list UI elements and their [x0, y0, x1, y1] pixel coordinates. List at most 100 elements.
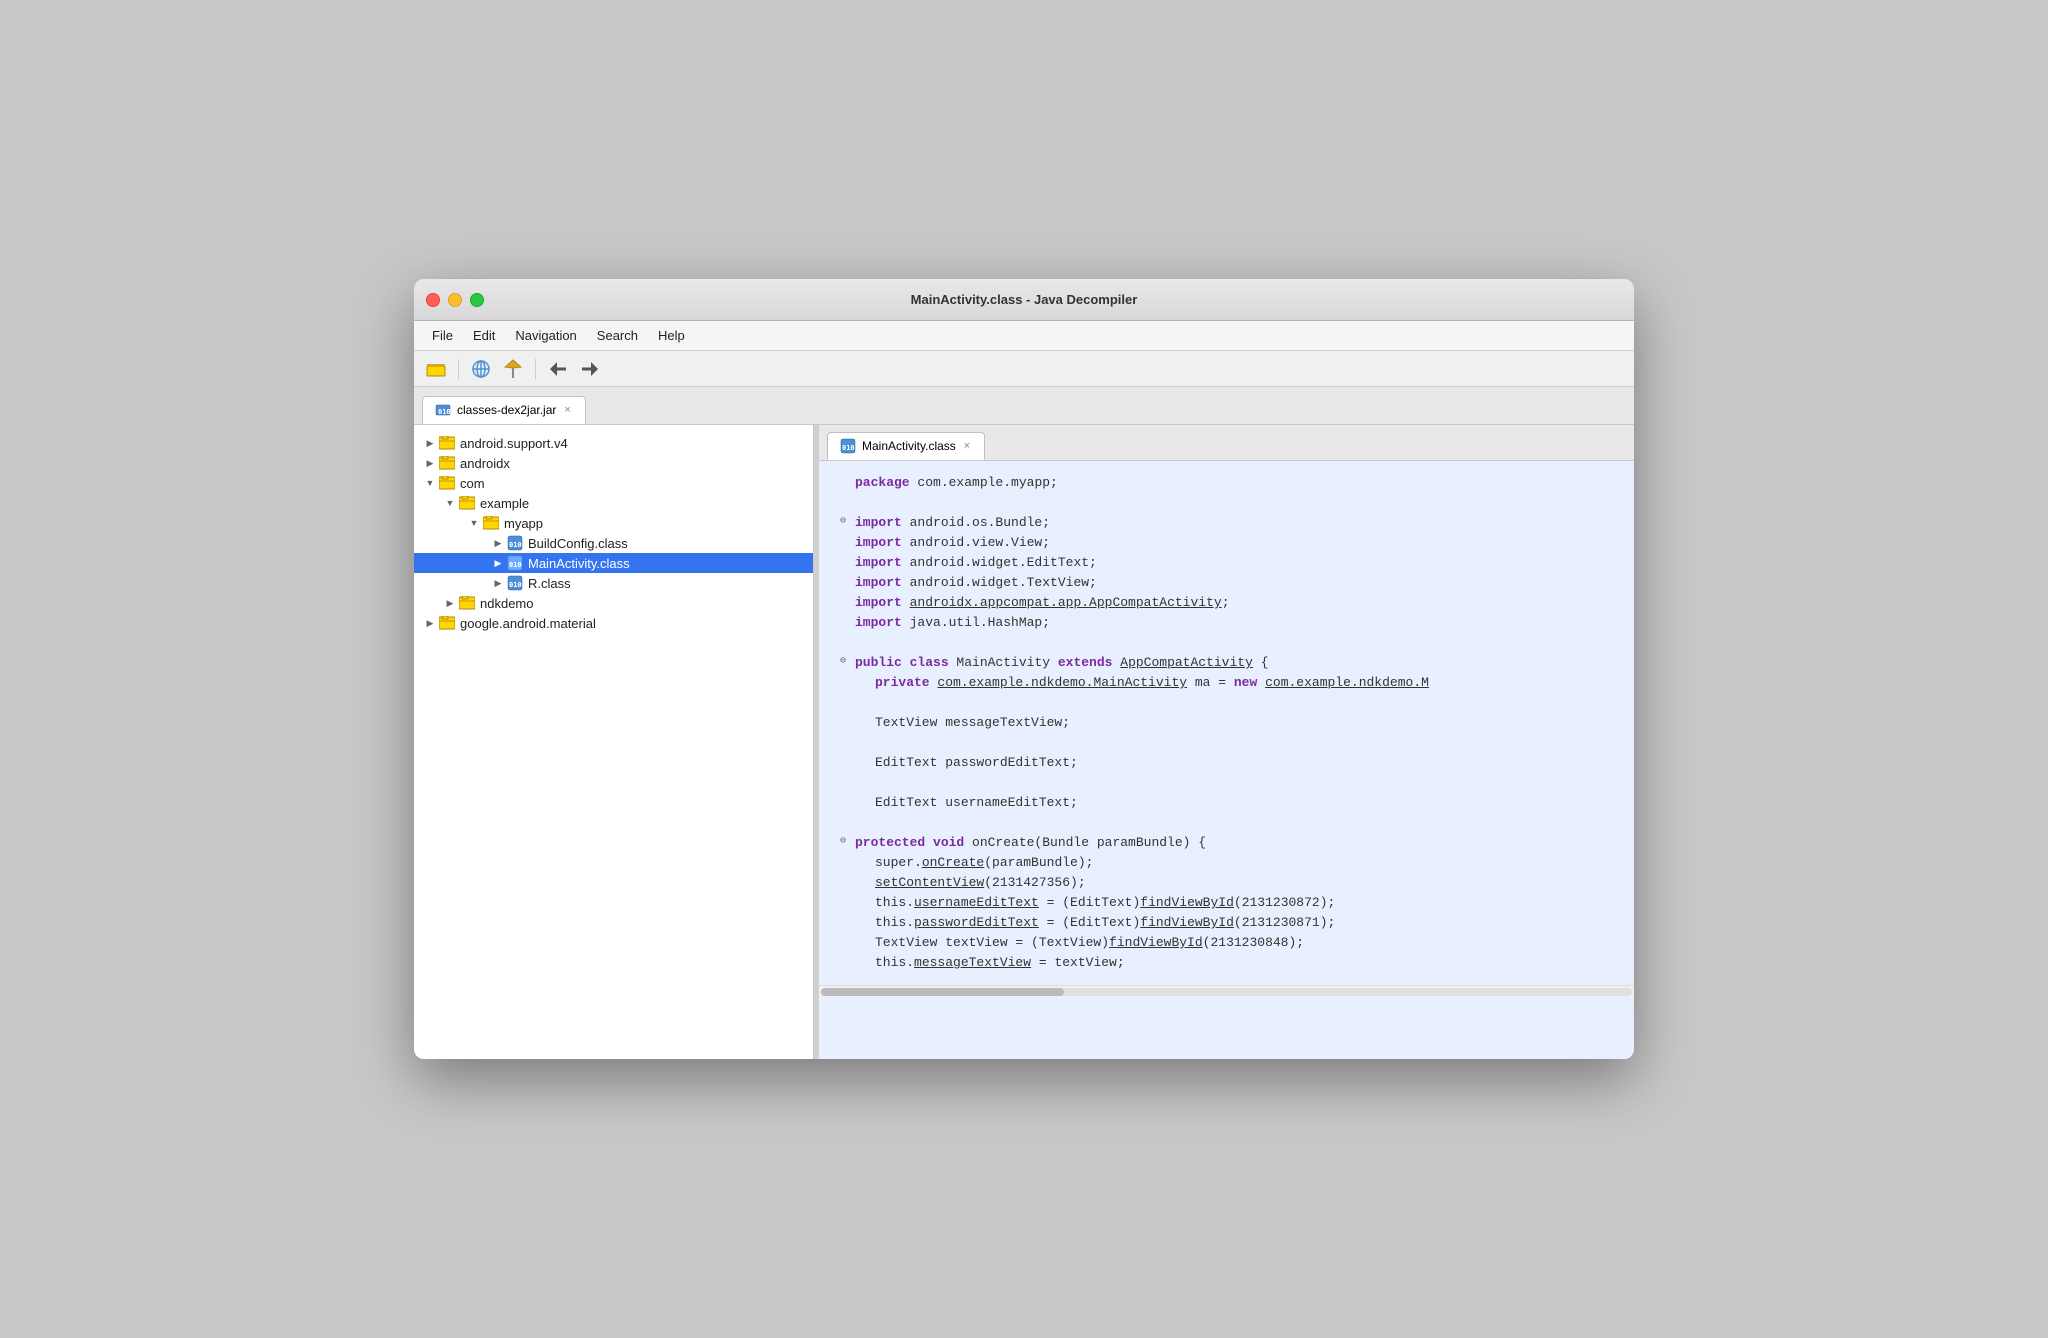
file-tree-panel[interactable]: ▶ android.support.v4 ▶ — [414, 425, 814, 1059]
close-button[interactable] — [426, 293, 440, 307]
main-tab-label: classes-dex2jar.jar — [457, 403, 556, 417]
code-line-import-5: import androidx.appcompat.app.AppCompatA… — [835, 593, 1618, 613]
package-icon — [482, 515, 500, 531]
fold-button[interactable]: ⊖ — [835, 833, 851, 849]
package-icon — [438, 615, 456, 631]
code-panel: 010 MainActivity.class × package com.exa… — [819, 425, 1634, 1059]
tree-item-ndkdemo[interactable]: ▶ ndkdemo — [414, 593, 813, 613]
expand-arrow: ▶ — [422, 435, 438, 451]
expand-arrow: ▶ — [490, 555, 506, 571]
code-editor[interactable]: package com.example.myapp; ⊖ import andr… — [819, 461, 1634, 1059]
package-icon — [438, 455, 456, 471]
class-file-icon: 010 — [506, 535, 524, 551]
code-line-blank-3 — [835, 693, 1618, 713]
scrollbar-track[interactable] — [821, 988, 1632, 996]
tree-item-android-support[interactable]: ▶ android.support.v4 — [414, 433, 813, 453]
menu-edit[interactable]: Edit — [463, 325, 505, 346]
code-tab-mainactivity[interactable]: 010 MainActivity.class × — [827, 432, 985, 460]
svg-text:010: 010 — [842, 444, 855, 452]
tree-item-example[interactable]: ▼ example — [414, 493, 813, 513]
code-line-import-2: import android.view.View; — [835, 533, 1618, 553]
package-icon — [438, 435, 456, 451]
traffic-lights — [426, 293, 484, 307]
window-title: MainActivity.class - Java Decompiler — [911, 292, 1138, 307]
tree-label: MainActivity.class — [528, 556, 805, 571]
expand-arrow: ▼ — [422, 475, 438, 491]
code-line-class: ⊖ public class MainActivity extends AppC… — [835, 653, 1618, 673]
jar-file-icon: 010 — [435, 403, 451, 417]
pin-icon — [504, 359, 522, 379]
pin-button[interactable] — [499, 355, 527, 383]
tree-item-mainactivity[interactable]: ▶ 010 MainActivity.class — [414, 553, 813, 573]
menu-navigation[interactable]: Navigation — [505, 325, 586, 346]
code-line-blank-6 — [835, 813, 1618, 833]
globe-button[interactable] — [467, 355, 495, 383]
svg-text:010: 010 — [438, 408, 451, 416]
code-line-import-3: import android.widget.EditText; — [835, 553, 1618, 573]
horizontal-scrollbar[interactable] — [819, 985, 1634, 997]
class-file-tab-icon: 010 — [840, 439, 856, 453]
tree-label: example — [480, 496, 805, 511]
code-line-blank-1 — [835, 493, 1618, 513]
maximize-button[interactable] — [470, 293, 484, 307]
code-line-message: this.messageTextView = textView; — [835, 953, 1618, 973]
code-line-field-ma: private com.example.ndkdemo.MainActivity… — [835, 673, 1618, 693]
title-bar: MainActivity.class - Java Decompiler — [414, 279, 1634, 321]
main-tab[interactable]: 010 classes-dex2jar.jar × — [422, 396, 586, 424]
tree-item-androidx[interactable]: ▶ androidx — [414, 453, 813, 473]
scrollbar-thumb[interactable] — [821, 988, 1064, 996]
code-tab-label: MainActivity.class — [862, 439, 956, 453]
package-icon — [438, 475, 456, 491]
tree-item-rclass[interactable]: ▶ 010 R.class — [414, 573, 813, 593]
back-button[interactable] — [544, 355, 572, 383]
minimize-button[interactable] — [448, 293, 462, 307]
tree-label: google.android.material — [460, 616, 805, 631]
svg-text:010: 010 — [509, 561, 522, 569]
code-line-textview: TextView textView = (TextView)findViewBy… — [835, 933, 1618, 953]
main-content: ▶ android.support.v4 ▶ — [414, 425, 1634, 1059]
code-line-field-textview: TextView messageTextView; — [835, 713, 1618, 733]
code-line-blank-5 — [835, 773, 1618, 793]
code-line-password: this.passwordEditText = (EditText)findVi… — [835, 913, 1618, 933]
toolbar-sep-1 — [458, 359, 459, 379]
open-button[interactable] — [422, 355, 450, 383]
code-line-setcontent: setContentView(2131427356); — [835, 873, 1618, 893]
code-line-username: this.usernameEditText = (EditText)findVi… — [835, 893, 1618, 913]
class-file-icon: 010 — [506, 555, 524, 571]
expand-arrow: ▼ — [442, 495, 458, 511]
menu-search[interactable]: Search — [587, 325, 648, 346]
forward-button[interactable] — [576, 355, 604, 383]
package-icon — [458, 595, 476, 611]
menu-file[interactable]: File — [422, 325, 463, 346]
code-line-field-passedit: EditText passwordEditText; — [835, 753, 1618, 773]
code-line-super: super.onCreate(paramBundle); — [835, 853, 1618, 873]
back-icon — [549, 361, 567, 377]
tree-label: BuildConfig.class — [528, 536, 805, 551]
expand-arrow: ▶ — [422, 615, 438, 631]
svg-text:010: 010 — [509, 541, 522, 549]
code-line-1: package com.example.myapp; — [835, 473, 1618, 493]
fold-button[interactable]: ⊖ — [835, 513, 851, 529]
forward-icon — [581, 361, 599, 377]
code-line-import-1: ⊖ import android.os.Bundle; — [835, 513, 1618, 533]
main-tab-close[interactable]: × — [562, 403, 572, 417]
fold-button[interactable]: ⊖ — [835, 653, 851, 669]
code-content: package com.example.myapp; ⊖ import andr… — [819, 461, 1634, 985]
menu-help[interactable]: Help — [648, 325, 695, 346]
app-window: MainActivity.class - Java Decompiler Fil… — [414, 279, 1634, 1059]
code-line-field-useredit: EditText usernameEditText; — [835, 793, 1618, 813]
tree-label: android.support.v4 — [460, 436, 805, 451]
code-line-import-6: import java.util.HashMap; — [835, 613, 1618, 633]
code-line-blank-4 — [835, 733, 1618, 753]
tree-item-myapp[interactable]: ▼ myapp — [414, 513, 813, 533]
tree-item-google[interactable]: ▶ google.android.material — [414, 613, 813, 633]
menu-bar: File Edit Navigation Search Help — [414, 321, 1634, 351]
code-tab-close[interactable]: × — [962, 439, 972, 453]
code-line-oncreate: ⊖ protected void onCreate(Bundle paramBu… — [835, 833, 1618, 853]
expand-arrow: ▼ — [466, 515, 482, 531]
tree-item-buildconfig[interactable]: ▶ 010 BuildConfig.class — [414, 533, 813, 553]
svg-text:010: 010 — [509, 581, 522, 589]
tree-item-com[interactable]: ▼ com — [414, 473, 813, 493]
tree-label: R.class — [528, 576, 805, 591]
code-line-import-4: import android.widget.TextView; — [835, 573, 1618, 593]
